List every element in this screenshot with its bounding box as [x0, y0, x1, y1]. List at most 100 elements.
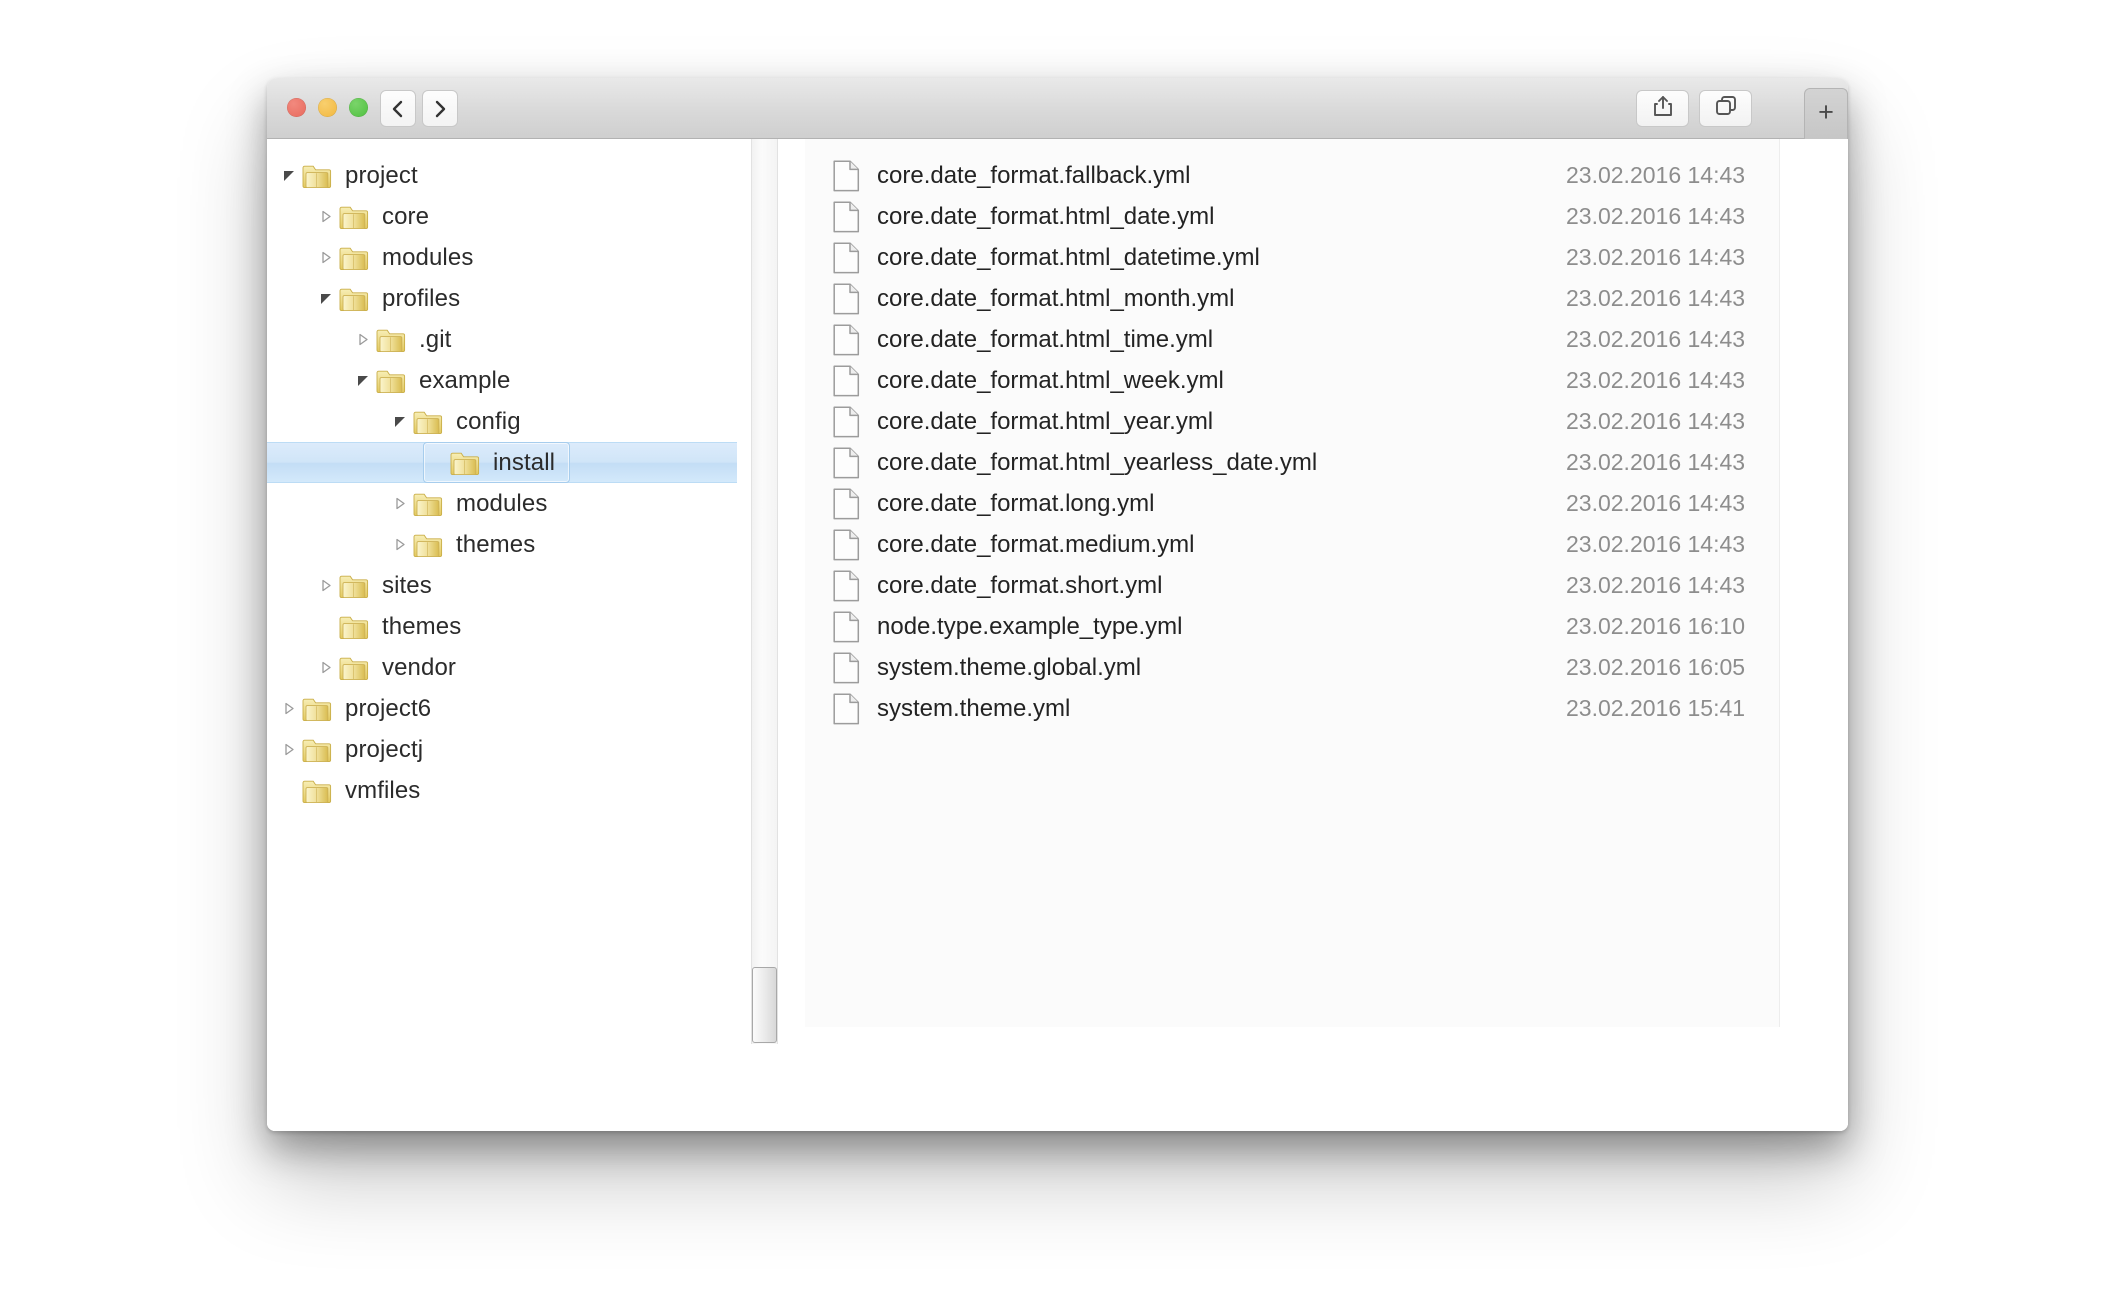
tree-item-modules[interactable]: modules: [267, 483, 737, 524]
tree-item-row-inner: vmfiles: [275, 770, 435, 811]
minimize-window-button[interactable]: [318, 98, 337, 117]
tree-item-label: vendor: [382, 653, 456, 681]
file-list-pane[interactable]: core.date_format.fallback.yml 23.02.2016 …: [797, 139, 1848, 1131]
file-list-row[interactable]: system.theme.yml 23.02.2016 15:41: [797, 688, 1848, 729]
tree-item-sites[interactable]: sites: [267, 565, 737, 606]
file-modified-date: 23.02.2016 16:05: [1566, 654, 1746, 680]
tree-item-themes[interactable]: themes: [267, 524, 737, 565]
tree-item-row-inner: modules: [386, 483, 562, 524]
tree-item-dot-git[interactable]: .git: [267, 319, 737, 360]
file-manager-window: + project core modules profiles .git exa…: [267, 78, 1848, 1131]
tree-expand-collapse-triangle-down-icon[interactable]: [313, 291, 339, 306]
navigation-buttons: [380, 90, 458, 127]
tree-expand-collapse-triangle-right-icon[interactable]: [313, 578, 339, 593]
file-name-label: core.date_format.short.yml: [877, 571, 1163, 599]
file-list-row[interactable]: core.date_format.html_datetime.yml 23.02.…: [797, 237, 1848, 278]
file-list-row[interactable]: core.date_format.long.yml 23.02.2016 14:4…: [797, 483, 1848, 524]
file-list-row[interactable]: core.date_format.html_year.yml 23.02.2016…: [797, 401, 1848, 442]
file-name-label: core.date_format.html_week.yml: [877, 366, 1224, 394]
file-list-row[interactable]: core.date_format.html_week.yml 23.02.2016…: [797, 360, 1848, 401]
file-list-row[interactable]: core.date_format.short.yml 23.02.2016 14:…: [797, 565, 1848, 606]
file-modified-date: 23.02.2016 14:43: [1566, 203, 1746, 229]
tree-item-modules[interactable]: modules: [267, 237, 737, 278]
tree-item-label: example: [419, 366, 511, 394]
pane-splitter[interactable]: [737, 139, 797, 1131]
tree-item-vendor[interactable]: vendor: [267, 647, 737, 688]
tree-item-label: themes: [382, 612, 462, 640]
file-document-icon: [833, 569, 860, 602]
file-list-row[interactable]: core.date_format.html_month.yml 23.02.201…: [797, 278, 1848, 319]
tree-item-row-inner: example: [349, 360, 525, 401]
traffic-lights: [287, 98, 368, 117]
duplicate-button[interactable]: [1699, 90, 1752, 127]
new-tab-button[interactable]: +: [1804, 88, 1848, 140]
tree-expand-collapse-triangle-right-icon[interactable]: [276, 742, 302, 757]
file-list-row[interactable]: core.date_format.html_yearless_date.yml 2…: [797, 442, 1848, 483]
forward-button[interactable]: [422, 90, 458, 127]
window-content: project core modules profiles .git examp…: [267, 139, 1848, 1131]
file-list-row[interactable]: core.date_format.html_date.yml 23.02.2016…: [797, 196, 1848, 237]
folder-tree-sidebar[interactable]: project core modules profiles .git examp…: [267, 139, 737, 1131]
tree-item-projectj[interactable]: projectj: [267, 729, 737, 770]
file-modified-date: 23.02.2016 16:10: [1566, 613, 1746, 639]
duplicate-window-icon: [1714, 95, 1738, 122]
tree-item-project6[interactable]: project6: [267, 688, 737, 729]
tree-expand-collapse-triangle-right-icon[interactable]: [313, 250, 339, 265]
file-name-label: core.date_format.html_year.yml: [877, 407, 1214, 435]
tree-item-label: project: [345, 161, 418, 189]
file-list-row[interactable]: node.type.example_type.yml 23.02.2016 16:…: [797, 606, 1848, 647]
tree-item-config[interactable]: config: [267, 401, 737, 442]
tree-item-profiles[interactable]: profiles: [267, 278, 737, 319]
tree-expand-collapse-triangle-right-icon[interactable]: [313, 209, 339, 224]
tree-expand-collapse-triangle-right-icon[interactable]: [313, 660, 339, 675]
tree-item-label: projectj: [345, 735, 424, 763]
tree-item-label: sites: [382, 571, 432, 599]
folder-icon: [413, 491, 443, 517]
tree-expand-collapse-triangle-right-icon[interactable]: [387, 537, 413, 552]
file-list-row[interactable]: core.date_format.fallback.yml 23.02.2016 …: [797, 155, 1848, 196]
file-name-label: core.date_format.html_datetime.yml: [877, 243, 1260, 271]
tree-item-row-inner: project: [275, 155, 433, 196]
file-list-row[interactable]: core.date_format.html_time.yml 23.02.2016…: [797, 319, 1848, 360]
tree-expand-collapse-triangle-right-icon[interactable]: [276, 701, 302, 716]
file-document-icon: [833, 323, 860, 356]
file-modified-date: 23.02.2016 14:43: [1566, 531, 1746, 557]
tree-item-label: install: [493, 448, 556, 476]
share-icon: [1652, 94, 1674, 123]
tree-expand-collapse-triangle-right-icon[interactable]: [387, 496, 413, 511]
file-modified-date: 23.02.2016 14:43: [1566, 449, 1746, 475]
tree-item-install[interactable]: install: [267, 442, 737, 483]
folder-icon: [413, 532, 443, 558]
tree-item-label: .git: [419, 325, 452, 353]
file-list-row[interactable]: core.date_format.medium.yml 23.02.2016 14…: [797, 524, 1848, 565]
tree-item-themes[interactable]: themes: [267, 606, 737, 647]
tree-item-vmfiles[interactable]: vmfiles: [267, 770, 737, 811]
tree-expand-collapse-triangle-right-icon[interactable]: [350, 332, 376, 347]
sidebar-scrollbar-track[interactable]: [751, 139, 778, 1044]
maximize-window-button[interactable]: [349, 98, 368, 117]
tree-item-example[interactable]: example: [267, 360, 737, 401]
file-name-label: core.date_format.html_time.yml: [877, 325, 1214, 353]
file-modified-date: 23.02.2016 14:43: [1566, 326, 1746, 352]
tree-expand-collapse-triangle-down-icon[interactable]: [350, 373, 376, 388]
tree-item-label: core: [382, 202, 430, 230]
tree-item-row-inner: config: [386, 401, 536, 442]
close-window-button[interactable]: [287, 98, 306, 117]
share-button[interactable]: [1636, 90, 1689, 127]
tree-item-core[interactable]: core: [267, 196, 737, 237]
file-name-label: core.date_format.medium.yml: [877, 530, 1195, 558]
tree-item-project[interactable]: project: [267, 155, 737, 196]
tree-expand-collapse-triangle-down-icon[interactable]: [276, 168, 302, 183]
tree-expand-collapse-triangle-down-icon[interactable]: [387, 414, 413, 429]
back-button[interactable]: [380, 90, 416, 127]
tree-item-label: profiles: [382, 284, 461, 312]
file-document-icon: [833, 364, 860, 397]
file-name-label: core.date_format.long.yml: [877, 489, 1155, 517]
file-name-label: core.date_format.html_date.yml: [877, 202, 1215, 230]
file-document-icon: [833, 200, 860, 233]
file-list-row[interactable]: system.theme.global.yml 23.02.2016 16:05: [797, 647, 1848, 688]
tree-item-row-inner: profiles: [312, 278, 475, 319]
sidebar-scrollbar-thumb[interactable]: [752, 967, 777, 1043]
tree-item-row-inner: modules: [312, 237, 488, 278]
file-document-icon: [833, 405, 860, 438]
